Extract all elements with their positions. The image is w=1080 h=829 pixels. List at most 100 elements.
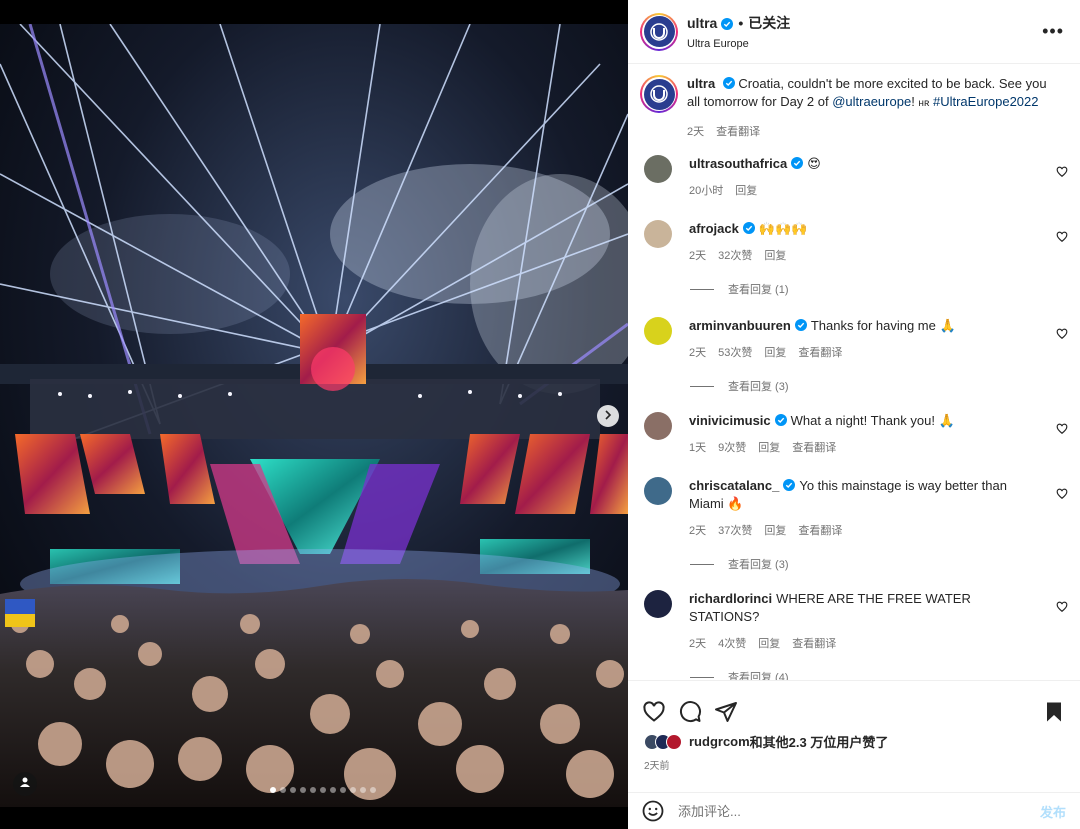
view-replies-label[interactable]: 查看回复 (3) (728, 378, 789, 394)
comment-reply[interactable]: 回复 (764, 522, 786, 540)
caption-time[interactable]: 2天 (687, 123, 704, 141)
comment-item: chriscatalanc_ Yo this mainstage is way b… (628, 477, 1080, 540)
post-actions: rudgrcom 和其他2.3 万位用户赞了 2天前 (628, 680, 1080, 792)
verified-icon (722, 76, 735, 89)
author-username[interactable]: ultra (687, 15, 717, 31)
post-comment-button[interactable]: 发布 (1040, 802, 1066, 821)
commenter-username[interactable]: afrojack (689, 221, 739, 236)
comment-translate[interactable]: 查看翻译 (792, 439, 836, 457)
comment-time[interactable]: 2天 (689, 635, 706, 653)
caption-hashtag-link[interactable]: #UltraEurope2022 (933, 94, 1039, 109)
more-horizontal-icon[interactable]: ••• (1042, 22, 1064, 40)
comment-text: 😍 (807, 156, 821, 171)
heart-icon[interactable] (642, 700, 666, 724)
slide-dot[interactable] (350, 787, 356, 793)
comment-reply[interactable]: 回复 (758, 635, 780, 653)
comment-reply[interactable]: 回复 (764, 344, 786, 362)
comment-item: afrojack 🙌🙌🙌 2天 32次赞 回复 (628, 220, 1080, 265)
commenter-avatar[interactable] (644, 412, 672, 440)
replies-divider (690, 385, 714, 387)
slide-dot[interactable] (370, 787, 376, 793)
next-slide-button[interactable] (597, 405, 619, 427)
commenter-username[interactable]: ultrasouthafrica (689, 156, 787, 171)
commenter-avatar[interactable] (644, 477, 672, 505)
see-translation-button[interactable]: 查看翻译 (716, 123, 760, 141)
comment-like-icon[interactable] (1056, 165, 1068, 178)
comment-reply[interactable]: 回复 (735, 182, 757, 200)
comment-translate[interactable]: 查看翻译 (798, 344, 842, 362)
slide-dot[interactable] (300, 787, 306, 793)
likes-text[interactable]: 和其他2.3 万位用户赞了 (750, 732, 889, 751)
comment-translate[interactable]: 查看翻译 (792, 635, 836, 653)
slide-dot[interactable] (280, 787, 286, 793)
commenter-avatar[interactable] (644, 220, 672, 248)
tagged-users-button[interactable] (13, 772, 37, 796)
view-replies-label[interactable]: 查看回复 (3) (728, 556, 789, 572)
commenter-username[interactable]: vinivicimusic (689, 413, 771, 428)
view-replies-label[interactable]: 查看回复 (4) (728, 669, 789, 680)
follow-status-button[interactable]: 已关注 (748, 13, 790, 33)
slide-dot[interactable] (330, 787, 336, 793)
posted-time: 2天前 (644, 761, 670, 772)
comment-like-icon[interactable] (1056, 600, 1068, 613)
verified-icon (783, 478, 796, 491)
bookmark-icon[interactable] (1042, 700, 1066, 724)
verified-icon (774, 413, 787, 426)
comment-text: Thanks for having me 🙏 (810, 318, 956, 333)
comment-time[interactable]: 2天 (689, 344, 706, 362)
comment-text: 🙌🙌🙌 (758, 221, 808, 236)
slide-dot[interactable] (270, 787, 276, 793)
comment-time[interactable]: 1天 (689, 439, 706, 457)
commenter-avatar[interactable] (644, 155, 672, 183)
commenter-username[interactable]: richardlorinci (689, 591, 772, 606)
author-avatar[interactable] (640, 12, 678, 51)
comment-icon[interactable] (678, 700, 702, 724)
post-side-panel: ultra • 已关注 Ultra Europe ••• ultra Croat… (628, 0, 1080, 829)
comment-time[interactable]: 20小时 (689, 182, 723, 200)
comments-list[interactable]: ultra Croatia, couldn't be more excited … (628, 65, 1080, 680)
view-replies-label[interactable]: 查看回复 (1) (728, 281, 789, 297)
replies-divider (690, 676, 714, 678)
comment-translate[interactable]: 查看翻译 (798, 522, 842, 540)
view-replies-button[interactable]: 查看回复 (3) (690, 378, 1080, 394)
concert-photo[interactable] (0, 24, 628, 807)
caption-author-avatar[interactable] (640, 75, 678, 113)
comment-like-icon[interactable] (1056, 422, 1068, 435)
slide-dot[interactable] (310, 787, 316, 793)
comment-reply[interactable]: 回复 (758, 439, 780, 457)
slide-dot[interactable] (290, 787, 296, 793)
likes-summary[interactable]: rudgrcom 和其他2.3 万位用户赞了 (628, 732, 1080, 751)
ultra-logo-icon (643, 16, 675, 47)
commenter-username[interactable]: arminvanbuuren (689, 318, 791, 333)
comment-like-icon[interactable] (1056, 327, 1068, 340)
comment-input[interactable] (678, 803, 1018, 819)
comment-like-icon[interactable] (1056, 230, 1068, 243)
liker-avatars (644, 733, 682, 750)
caption-mention-link[interactable]: @ultraeurope (832, 94, 911, 109)
comment-like-icon[interactable] (1056, 487, 1068, 500)
emoji-icon[interactable] (642, 800, 664, 822)
comment-reply[interactable]: 回复 (764, 247, 786, 265)
view-replies-button[interactable]: 查看回复 (1) (690, 281, 1080, 297)
share-icon[interactable] (714, 700, 738, 724)
view-replies-button[interactable]: 查看回复 (3) (690, 556, 1080, 572)
comment-likes[interactable]: 37次赞 (718, 522, 752, 540)
liker-username[interactable]: rudgrcom (689, 734, 750, 749)
post-location[interactable]: Ultra Europe (687, 38, 790, 50)
view-replies-button[interactable]: 查看回复 (4) (690, 669, 1080, 680)
caption-username[interactable]: ultra (687, 76, 715, 91)
commenter-avatar[interactable] (644, 590, 672, 618)
slide-dot[interactable] (320, 787, 326, 793)
comment-time[interactable]: 2天 (689, 247, 706, 265)
comment-time[interactable]: 2天 (689, 522, 706, 540)
slide-dot[interactable] (360, 787, 366, 793)
slide-dot[interactable] (340, 787, 346, 793)
commenter-username[interactable]: chriscatalanc_ (689, 478, 779, 493)
add-comment-bar: 发布 (628, 792, 1080, 829)
comment-likes[interactable]: 53次赞 (718, 344, 752, 362)
comment-likes[interactable]: 32次赞 (718, 247, 752, 265)
commenter-avatar[interactable] (644, 317, 672, 345)
comment-likes[interactable]: 4次赞 (718, 635, 746, 653)
comment-likes[interactable]: 9次赞 (718, 439, 746, 457)
photo-credit: ʜʀ (918, 98, 930, 109)
